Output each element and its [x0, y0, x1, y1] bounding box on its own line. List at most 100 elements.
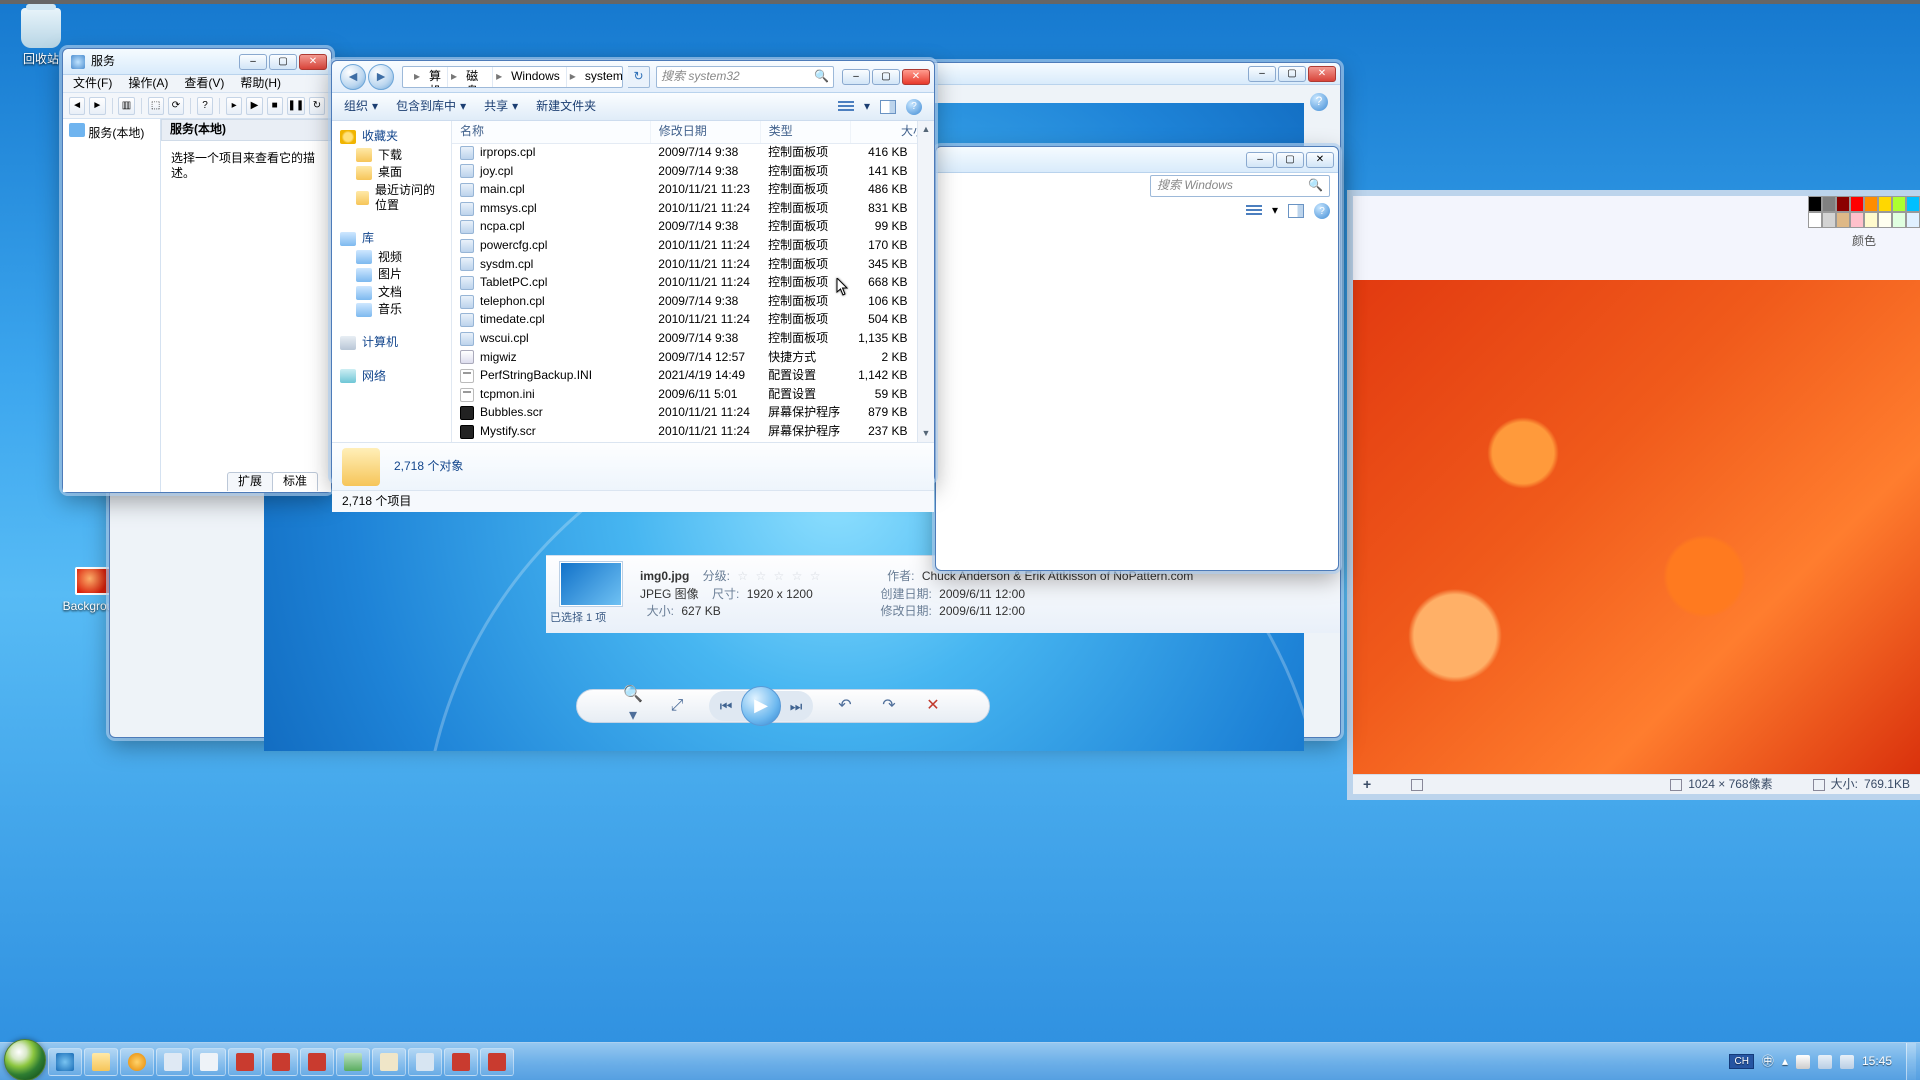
nav-libraries[interactable]: 库 — [336, 229, 447, 249]
col-type[interactable]: 类型 — [760, 121, 850, 143]
crumb-windows[interactable]: Windows — [505, 67, 567, 87]
close-button[interactable]: ✕ — [1306, 152, 1334, 168]
nav-favorites[interactable]: 收藏夹 — [336, 127, 447, 147]
nav-network[interactable]: 网络 — [336, 367, 447, 387]
help-icon[interactable]: ? — [906, 99, 922, 115]
taskbar-ie[interactable] — [48, 1048, 82, 1076]
properties-button[interactable]: ? — [197, 97, 213, 115]
nav-item[interactable]: 音乐 — [336, 301, 447, 319]
search-input[interactable]: 搜索 system32 🔍 — [656, 66, 834, 88]
nav-forward-button[interactable]: ► — [368, 64, 394, 90]
color-swatch[interactable] — [1836, 212, 1850, 228]
file-row[interactable]: wscui.cpl2009/7/14 9:38控制面板项1,135 KB — [452, 330, 934, 349]
taskbar-app-1[interactable] — [156, 1048, 190, 1076]
maximize-button[interactable]: ▢ — [269, 54, 297, 70]
cmd-organize[interactable]: 组织 ▾ — [344, 99, 378, 115]
taskbar-mediaplayer[interactable] — [120, 1048, 154, 1076]
taskbar-app-3[interactable] — [228, 1048, 262, 1076]
nav-item[interactable]: 图片 — [336, 266, 447, 284]
file-row[interactable]: joy.cpl2009/7/14 9:38控制面板项141 KB — [452, 162, 934, 181]
start-button[interactable] — [4, 1039, 46, 1080]
file-row[interactable]: main.cpl2010/11/21 11:23控制面板项486 KB — [452, 181, 934, 200]
color-swatch[interactable] — [1878, 212, 1892, 228]
menu-file[interactable]: 文件(F) — [73, 76, 112, 92]
file-row[interactable]: powercfg.cpl2010/11/21 11:24控制面板项170 KB — [452, 237, 934, 256]
color-swatch[interactable] — [1892, 212, 1906, 228]
taskbar-explorer[interactable] — [84, 1048, 118, 1076]
scroll-down-icon[interactable]: ▼ — [918, 425, 934, 442]
services-tree[interactable]: 服务(本地) — [63, 119, 161, 492]
nav-item[interactable]: 视频 — [336, 249, 447, 267]
refresh-button[interactable]: ↻ — [628, 66, 650, 88]
color-swatch[interactable] — [1850, 196, 1864, 212]
help-icon[interactable]: ? — [1314, 203, 1330, 219]
file-row[interactable]: PerfStringBackup.INI2021/4/19 14:49配置设置1… — [452, 367, 934, 386]
file-row[interactable]: ncpa.cpl2009/7/14 9:38控制面板项99 KB — [452, 218, 934, 237]
pause-button[interactable]: ❚❚ — [287, 97, 305, 115]
taskbar-app-6[interactable] — [336, 1048, 370, 1076]
rotate-cw-button[interactable]: ↷ — [877, 696, 901, 717]
color-swatch[interactable] — [1864, 212, 1878, 228]
scroll-up-icon[interactable]: ▲ — [918, 121, 934, 138]
preview-pane-button[interactable] — [1288, 204, 1304, 218]
crumb-drive[interactable]: 本地磁盘 (C:) — [460, 67, 493, 87]
close-button[interactable]: ✕ — [902, 69, 930, 85]
color-swatch[interactable] — [1878, 196, 1892, 212]
menu-help[interactable]: 帮助(H) — [240, 76, 281, 92]
file-row[interactable]: telephon.cpl2009/7/14 9:38控制面板项106 KB — [452, 292, 934, 311]
nav-computer[interactable]: 计算机 — [336, 333, 447, 353]
file-row[interactable]: timedate.cpl2010/11/21 11:24控制面板项504 KB — [452, 311, 934, 330]
color-swatch[interactable] — [1850, 212, 1864, 228]
play-button[interactable]: ▶ — [246, 97, 262, 115]
next-button[interactable]: ⏭ — [781, 693, 811, 719]
maximize-button[interactable]: ▢ — [1276, 152, 1304, 168]
col-date[interactable]: 修改日期 — [650, 121, 760, 143]
file-row[interactable]: Mystify.scr2010/11/21 11:24屏幕保护程序237 KB — [452, 423, 934, 442]
network-icon[interactable] — [1818, 1055, 1832, 1069]
clock[interactable]: 15:45 — [1862, 1054, 1892, 1070]
cmd-include[interactable]: 包含到库中 ▾ — [396, 99, 466, 115]
help-icon[interactable]: ? — [1310, 93, 1328, 111]
tree-root-node[interactable]: 服务(本地) — [69, 123, 154, 142]
show-desktop-button[interactable] — [1906, 1043, 1916, 1080]
minimize-button[interactable]: – — [842, 69, 870, 85]
taskbar-app-2[interactable] — [192, 1048, 226, 1076]
taskbar-app-7[interactable] — [372, 1048, 406, 1076]
rating-stars[interactable]: ☆ ☆ ☆ ☆ ☆ — [737, 569, 822, 583]
crumb-computer[interactable]: 计算机 — [423, 67, 448, 87]
nav-pane[interactable]: 收藏夹 下载桌面最近访问的位置 库 视频图片文档音乐 计算机 网络 — [332, 121, 452, 442]
vertical-scrollbar[interactable]: ▲ ▼ — [917, 121, 934, 442]
file-row[interactable]: migwiz2009/7/14 12:57快捷方式2 KB — [452, 348, 934, 367]
cmd-share[interactable]: 共享 ▾ — [484, 99, 518, 115]
menu-view[interactable]: 查看(V) — [184, 76, 224, 92]
language-indicator[interactable]: CH — [1729, 1054, 1753, 1069]
file-list[interactable]: 名称 修改日期 类型 大小 irprops.cpl2009/7/14 9:38控… — [452, 121, 934, 442]
preview-pane-button[interactable] — [880, 100, 896, 114]
services-titlebar[interactable]: 服务 – ▢ ✕ — [63, 49, 331, 75]
delete-button[interactable]: ✕ — [921, 696, 945, 717]
col-name[interactable]: 名称 — [452, 121, 650, 143]
taskbar-app-9[interactable] — [444, 1048, 478, 1076]
restart-button[interactable]: ↻ — [309, 97, 325, 115]
file-row[interactable]: mmsys.cpl2010/11/21 11:24控制面板项831 KB — [452, 199, 934, 218]
nav-item[interactable]: 文档 — [336, 284, 447, 302]
ime-icon[interactable]: ㊥ — [1762, 1054, 1774, 1070]
color-swatch[interactable] — [1906, 196, 1920, 212]
action-center-icon[interactable] — [1796, 1055, 1810, 1069]
menu-action[interactable]: 操作(A) — [128, 76, 168, 92]
taskbar-app-8[interactable] — [408, 1048, 442, 1076]
file-row[interactable]: sysdm.cpl2010/11/21 11:24控制面板项345 KB — [452, 255, 934, 274]
color-swatch[interactable] — [1836, 196, 1850, 212]
nav-item[interactable]: 下载 — [336, 147, 447, 165]
color-swatch[interactable] — [1808, 196, 1822, 212]
prev-button[interactable]: ⏮ — [711, 693, 741, 719]
address-bar[interactable]: ▸ 计算机 ▸ 本地磁盘 (C:) ▸ Windows ▸ system32 ▸… — [402, 66, 623, 88]
stop-button[interactable]: ■ — [267, 97, 283, 115]
tab-extended[interactable]: 扩展 — [227, 472, 273, 491]
start-button[interactable]: ▸ — [226, 97, 242, 115]
close-button[interactable]: ✕ — [1308, 66, 1336, 82]
taskbar-app-5[interactable] — [300, 1048, 334, 1076]
maximize-button[interactable]: ▢ — [1278, 66, 1306, 82]
crumb-system32[interactable]: system32 — [579, 67, 623, 87]
minimize-button[interactable]: – — [1248, 66, 1276, 82]
